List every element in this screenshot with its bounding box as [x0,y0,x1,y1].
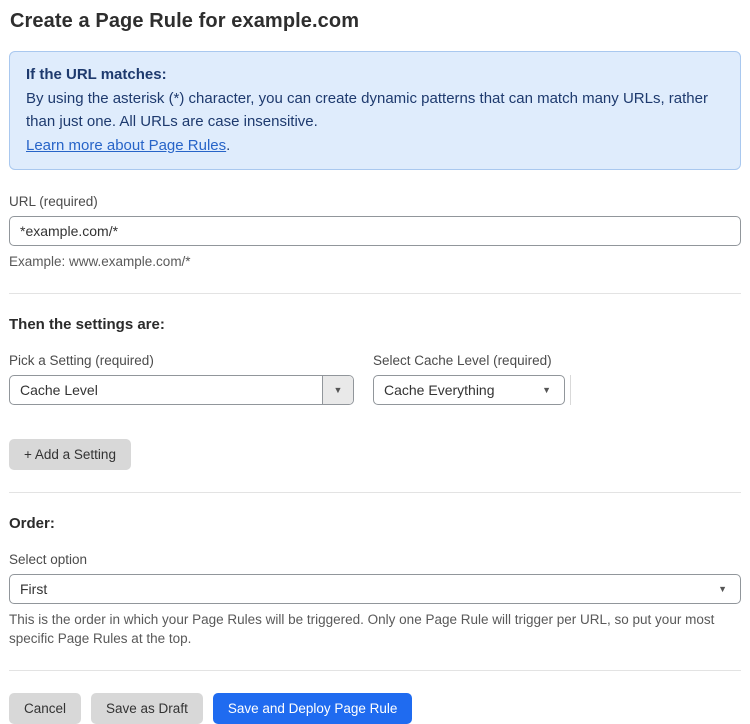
save-and-deploy-button[interactable]: Save and Deploy Page Rule [212,693,413,724]
form-actions: Cancel Save as Draft Save and Deploy Pag… [9,693,741,724]
link-period: . [226,136,231,154]
page-rule-form: Create a Page Rule for example.com If th… [0,0,750,724]
settings-heading: Then the settings are: [9,316,165,333]
url-match-info-box: If the URL matches: By using the asteris… [9,51,741,170]
setting-select-value: Cache Level [20,382,98,398]
setting-select[interactable]: Cache Level ▼ [9,375,354,405]
caret-down-icon: ▼ [542,384,551,395]
save-as-draft-button[interactable]: Save as Draft [91,693,203,724]
cancel-button[interactable]: Cancel [9,693,82,724]
caret-down-icon: ▼ [333,384,343,395]
order-select-label: Select option [9,552,88,567]
cache-level-select[interactable]: Cache Everything ▼ [373,375,565,405]
order-heading: Order: [9,515,55,532]
setting-row-divider [570,375,571,405]
order-select[interactable]: First ▼ [9,574,741,604]
page-title: Create a Page Rule for example.com [10,10,360,32]
setting-picker-field: Pick a Setting (required) Cache Level ▼ [9,353,354,405]
order-select-value: First [20,581,48,597]
cache-level-select-value: Cache Everything [384,382,495,398]
order-hint: This is the order in which your Page Rul… [9,612,715,646]
caret-down-icon: ▼ [718,583,727,594]
info-box-body: By using the asterisk (*) character, you… [26,89,708,131]
cache-level-label: Select Cache Level (required) [373,353,552,368]
section-divider [9,293,741,294]
add-setting-button[interactable]: + Add a Setting [9,439,131,470]
url-example-hint: Example: www.example.com/* [9,254,191,269]
cache-level-field: Select Cache Level (required) Cache Ever… [373,353,565,405]
info-box-heading: If the URL matches: [26,66,167,83]
learn-more-link[interactable]: Learn more about Page Rules [26,137,226,154]
setting-row: Pick a Setting (required) Cache Level ▼ … [9,353,741,405]
section-divider [9,492,741,493]
info-box-link-line: Learn more about Page Rules. [26,134,724,158]
caret-box[interactable]: ▼ [322,376,353,404]
url-input[interactable] [9,216,741,246]
section-divider [9,670,741,671]
setting-picker-label: Pick a Setting (required) [9,353,154,368]
url-field-label: URL (required) [9,194,98,209]
